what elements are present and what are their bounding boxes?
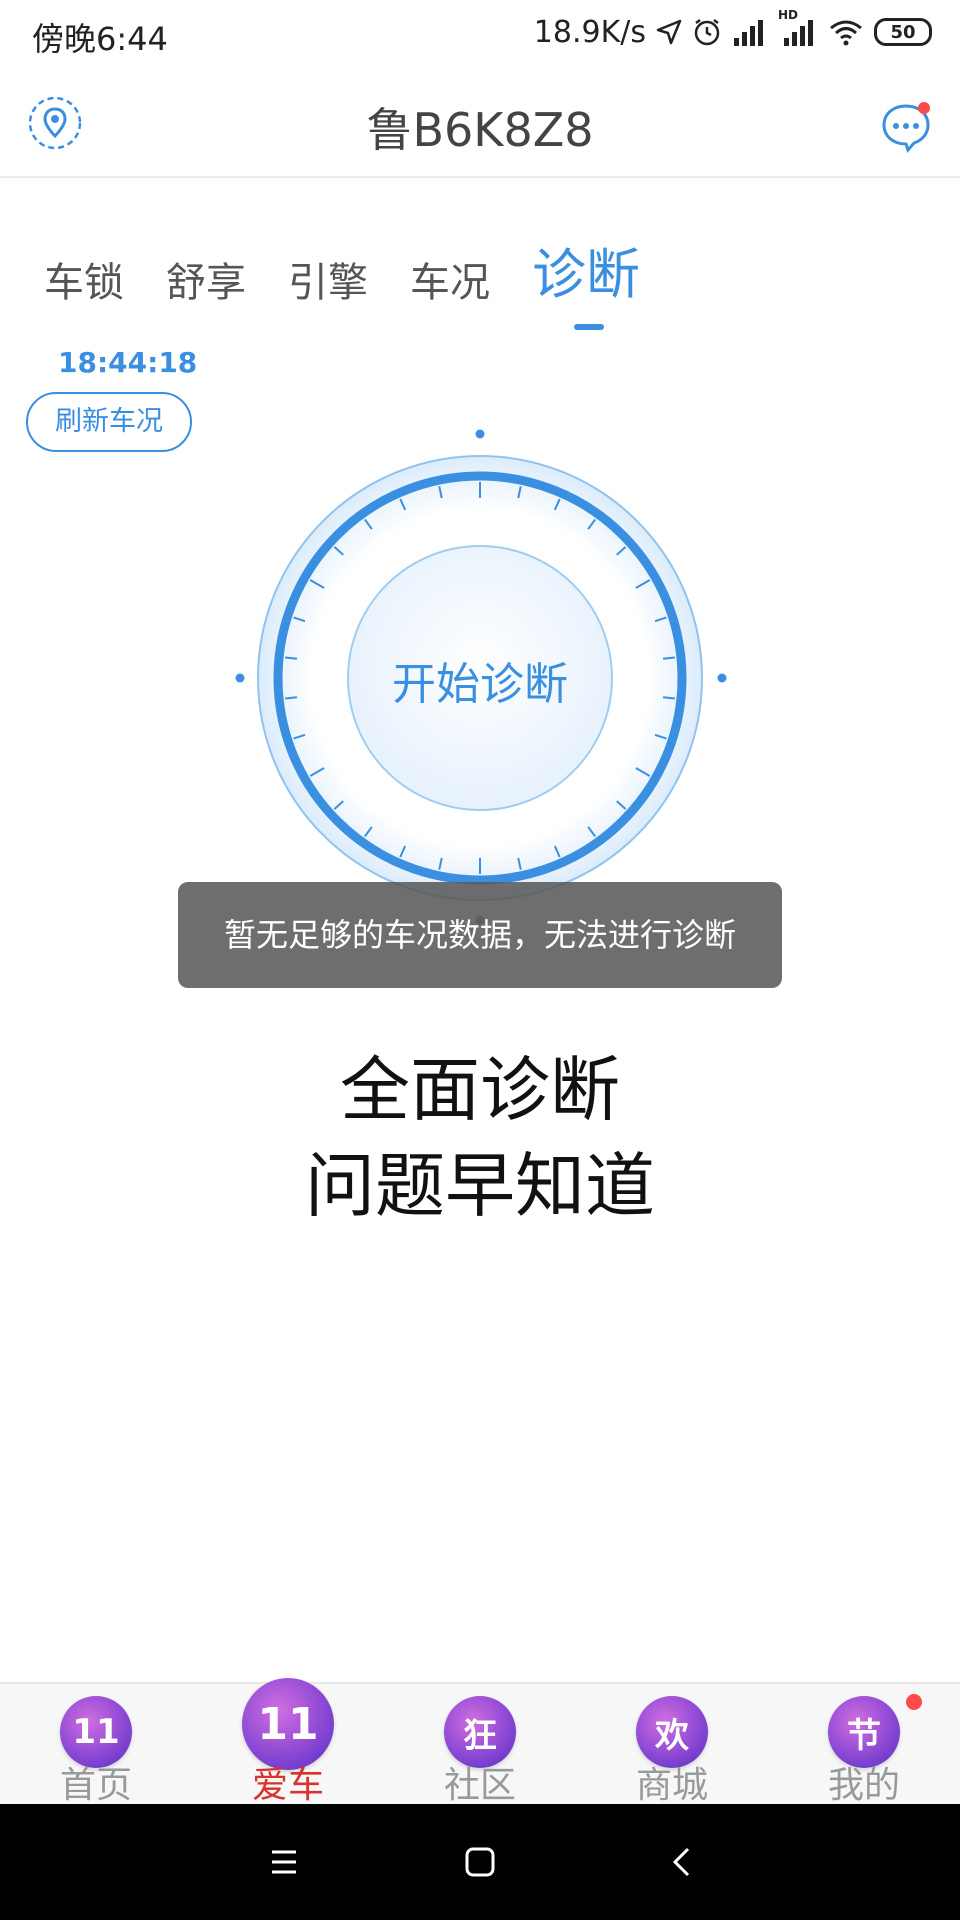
nav-item-mine[interactable]: 节 我的 — [768, 1684, 960, 1806]
nav-label-home: 首页 — [59, 1765, 132, 1806]
system-nav-bar — [0, 1804, 960, 1920]
tab-engine[interactable]: 引擎 — [288, 256, 368, 310]
bottom-nav: 11 首页 11 爱车 狂 社区 欢 商城 节 我的 — [0, 1678, 960, 1806]
nav-item-home[interactable]: 11 首页 — [0, 1684, 192, 1806]
alarm-icon — [692, 14, 722, 50]
start-diagnosis-label: 开始诊断 — [392, 659, 568, 710]
notification-dot — [906, 1694, 922, 1710]
diagnosis-dial[interactable]: 开始诊断 — [230, 420, 730, 940]
slogan-line-2: 问题早知道 — [305, 1145, 655, 1227]
battery-level: 50 — [890, 21, 916, 43]
status-time: 傍晚6:44 — [32, 20, 168, 58]
tab-diagnosis[interactable]: 诊断 — [532, 240, 640, 330]
back-button[interactable] — [660, 1840, 704, 1884]
tab-condition[interactable]: 车况 — [410, 256, 490, 310]
message-button[interactable] — [878, 98, 934, 154]
toast-message: 暂无足够的车况数据，无法进行诊断 — [178, 882, 782, 988]
battery-icon: 50 — [874, 18, 932, 46]
hd-label: HD — [778, 8, 799, 22]
nav-item-my-car[interactable]: 11 爱车 — [192, 1678, 384, 1806]
refresh-condition-button[interactable]: 刷新车况 — [26, 392, 192, 452]
net-speed: 18.9K/s — [533, 14, 646, 50]
status-bar: 傍晚6:44 18.9K/s HD 50 — [0, 0, 960, 70]
nav-label-community: 社区 — [443, 1765, 516, 1806]
status-icons: 18.9K/s HD 50 — [533, 8, 932, 50]
app-header: 鲁B6K8Z8 — [0, 70, 960, 178]
tab-lock[interactable]: 车锁 — [44, 256, 124, 310]
home-button[interactable] — [458, 1840, 502, 1884]
nav-label-mall: 商城 — [635, 1765, 708, 1806]
chat-bubble-icon — [882, 102, 930, 153]
menu-icon — [272, 1850, 296, 1874]
home-square-icon — [465, 1847, 495, 1877]
refresh-time: 18:44:18 — [58, 346, 198, 379]
nav-item-mall[interactable]: 欢 商城 — [576, 1684, 768, 1806]
nav-label-mine: 我的 — [827, 1765, 900, 1806]
plate-title: 鲁B6K8Z8 — [366, 103, 594, 157]
menu-button[interactable] — [262, 1840, 306, 1884]
signal-hd-icon: HD — [778, 8, 818, 50]
back-chevron-icon — [672, 1847, 690, 1877]
location-arrow-icon — [656, 14, 682, 50]
nav-item-community[interactable]: 狂 社区 — [384, 1684, 576, 1806]
nav-label-my-car: 爱车 — [251, 1765, 324, 1806]
wifi-icon — [828, 14, 864, 50]
signal-icon — [732, 14, 768, 50]
slogan-line-1: 全面诊断 — [340, 1049, 620, 1131]
tab-comfort[interactable]: 舒享 — [166, 256, 246, 310]
feature-tabs: 车锁 舒享 引擎 车况 诊断 — [44, 240, 682, 330]
